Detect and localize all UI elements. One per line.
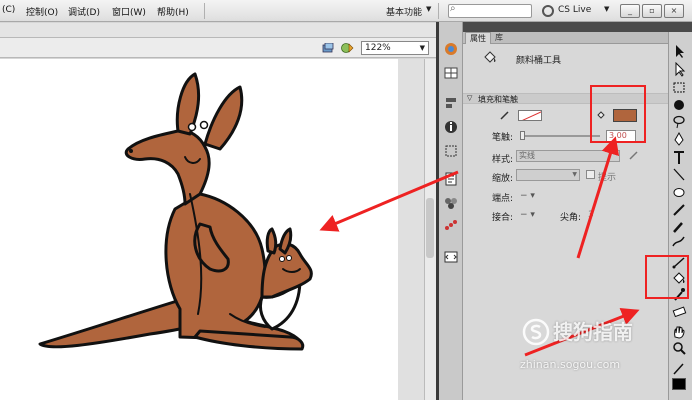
free-transform-icon[interactable]: [670, 80, 688, 95]
menu-item-control[interactable]: 控制(O): [26, 5, 58, 18]
menu-item-c[interactable]: (C): [2, 5, 15, 15]
chevron-down-icon[interactable]: ▼: [604, 5, 609, 13]
scale-label: 缩放:: [492, 174, 514, 184]
line-icon[interactable]: [670, 167, 688, 182]
chevron-down-icon: ▼: [572, 171, 577, 178]
minimize-button[interactable]: _: [620, 4, 640, 18]
pen-icon[interactable]: [670, 132, 688, 147]
pencil-icon[interactable]: [670, 202, 688, 217]
pasteboard: [398, 59, 424, 400]
no-color-slash-icon: [522, 111, 541, 120]
close-button[interactable]: ×: [664, 4, 684, 18]
eraser-icon[interactable]: [670, 304, 688, 319]
stroke-color-icon[interactable]: [670, 361, 688, 376]
cap-select[interactable]: − ▾: [520, 191, 535, 201]
panel-tabs: 属性 库: [463, 32, 668, 44]
scrollbar-thumb[interactable]: [426, 198, 434, 258]
kangaroo-drawing[interactable]: [0, 59, 398, 400]
text-icon[interactable]: [670, 150, 688, 165]
watermark-url: zhinan.sogou.com: [520, 358, 621, 371]
history-icon[interactable]: [443, 172, 459, 186]
info-icon[interactable]: [443, 120, 459, 134]
search-icon: ⌕: [450, 3, 456, 14]
deco-icon[interactable]: [670, 234, 688, 249]
current-tool-name: 颜料桶工具: [516, 56, 562, 66]
fill-stroke-section-title: 填充和笔触: [478, 95, 518, 104]
menu-item-debug[interactable]: 调试(D): [68, 5, 100, 18]
stroke-style-select[interactable]: 实线: [516, 150, 620, 162]
zoom-icon[interactable]: [670, 341, 688, 356]
stroke-width-slider[interactable]: [520, 135, 600, 137]
miter-value[interactable]: 3: [588, 210, 594, 220]
chevron-down-icon[interactable]: ▼: [426, 5, 431, 13]
paint-bucket-icon: [484, 51, 496, 63]
transform-icon[interactable]: [443, 144, 459, 158]
chevron-down-icon: ▼: [419, 44, 425, 52]
edit-scene-icon[interactable]: [340, 42, 354, 54]
hand-icon[interactable]: [670, 324, 688, 339]
subselection-icon[interactable]: [670, 62, 688, 77]
join-label: 接合:: [492, 213, 514, 223]
cs-live-icon[interactable]: [542, 5, 554, 17]
menu-separator: [204, 3, 205, 19]
hint-checkbox[interactable]: [586, 170, 595, 179]
hint-label: 提示: [598, 173, 617, 183]
edit-symbols-icon[interactable]: [322, 43, 334, 53]
3d-rotation-icon[interactable]: [670, 98, 688, 113]
stroke-width-slider-thumb[interactable]: [520, 131, 525, 140]
search-input[interactable]: [448, 4, 532, 18]
workspace-switcher[interactable]: 基本功能: [386, 5, 422, 18]
tab-library[interactable]: 库: [491, 32, 507, 44]
stroke-width-label: 笔触:: [492, 133, 514, 143]
align-icon[interactable]: [443, 96, 459, 110]
document-tab-bar: [0, 23, 436, 38]
color-wheel-icon[interactable]: [443, 42, 459, 56]
zoom-select[interactable]: 122% ▼: [361, 41, 429, 55]
selection-arrow-icon[interactable]: [670, 44, 688, 59]
menu-item-window[interactable]: 窗口(W): [112, 5, 146, 18]
menu-separator: [438, 3, 439, 19]
code-snippets-icon[interactable]: [443, 250, 459, 264]
stroke-pencil-icon: [500, 111, 509, 120]
fill-color-highlight-box: [590, 85, 646, 143]
fill-color-icon[interactable]: [672, 378, 686, 390]
sogou-logo: [522, 318, 550, 346]
motion-presets-icon[interactable]: [443, 218, 459, 232]
panel-title-bar[interactable]: [463, 22, 668, 32]
join-select[interactable]: − ▾: [520, 210, 535, 220]
restore-button[interactable]: ▫: [642, 4, 662, 18]
brush-icon[interactable]: [670, 219, 688, 234]
components-icon[interactable]: [443, 196, 459, 210]
pencil-edit-icon[interactable]: [628, 150, 639, 161]
tab-properties[interactable]: 属性: [465, 32, 491, 44]
lasso-icon[interactable]: [670, 114, 688, 129]
miter-label: 尖角:: [560, 213, 582, 223]
tools-title-bar[interactable]: [668, 22, 692, 32]
stroke-style-label: 样式:: [492, 155, 514, 165]
menu-item-help[interactable]: 帮助(H): [157, 5, 189, 18]
zoom-value: 122%: [365, 43, 391, 53]
swatches-icon[interactable]: [443, 66, 459, 80]
scale-select[interactable]: ▼: [516, 169, 580, 181]
stroke-color-swatch[interactable]: [518, 110, 542, 121]
chevron-down-icon[interactable]: ▽: [467, 94, 472, 102]
cs-live-label[interactable]: CS Live: [558, 5, 591, 15]
oval-icon[interactable]: [670, 185, 688, 200]
cap-label: 端点:: [492, 194, 514, 204]
watermark-text: 搜狗指南: [553, 320, 633, 344]
paint-bucket-highlight-box: [645, 255, 689, 299]
